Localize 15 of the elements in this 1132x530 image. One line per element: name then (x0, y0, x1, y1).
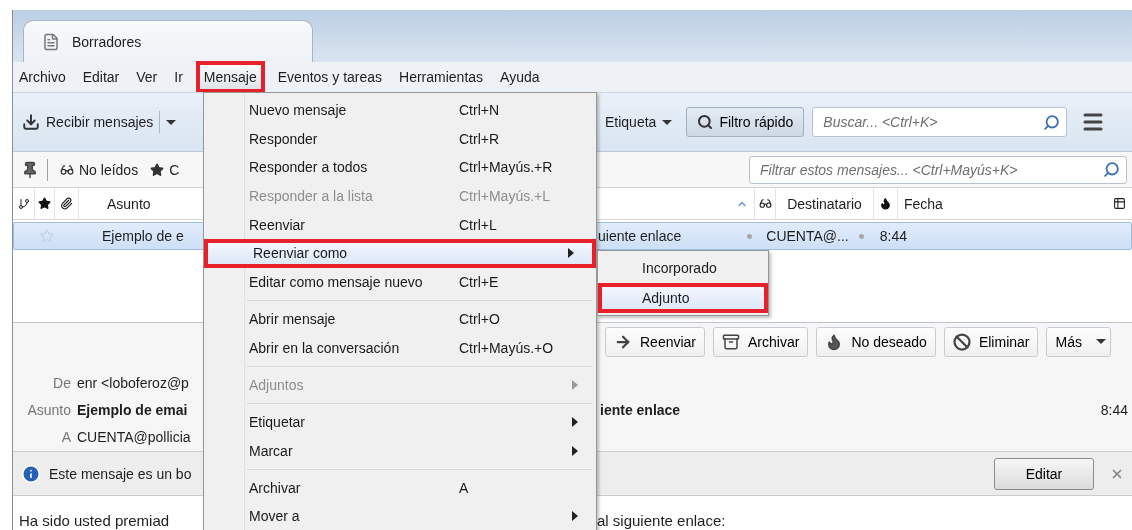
notification-text: Este mensaje es un bo (49, 465, 192, 482)
message-time: 8:44 (1100, 401, 1128, 418)
recipient: CUENTA@pollicia (77, 429, 191, 446)
message-date: 8:44 (879, 228, 907, 244)
field-label: De (52, 374, 72, 391)
recipient: CUENTA@... (766, 228, 849, 244)
field-label: Asunto (26, 401, 72, 418)
sender: enr <loboferoz@p (77, 374, 189, 391)
message-subject: Ejemplo de e (102, 228, 184, 244)
body-text: al siguiente enlace: (597, 511, 726, 529)
field-label: A (60, 429, 72, 446)
subject-text: Ejemplo de emai (77, 401, 188, 418)
body-text: Ha sido usted premiad (19, 511, 170, 529)
message-subject: uiente enlace (598, 228, 682, 244)
subject-text: iente enlace (600, 401, 681, 418)
